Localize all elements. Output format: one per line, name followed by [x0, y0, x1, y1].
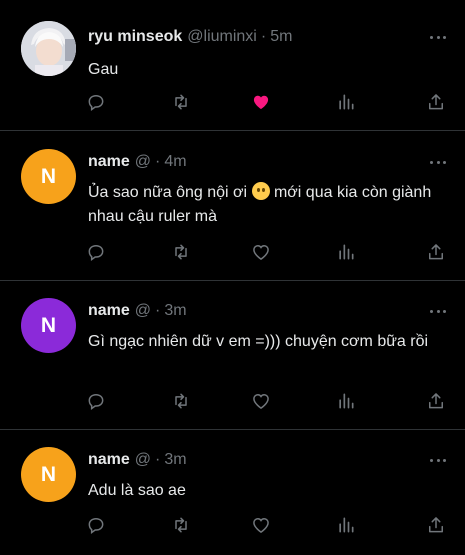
display-name[interactable]: name	[88, 451, 130, 469]
views-icon[interactable]	[336, 391, 356, 411]
display-name[interactable]: name	[88, 302, 130, 320]
handle[interactable]: @liuminxi	[187, 28, 257, 46]
separator: ·	[155, 451, 161, 468]
share-icon[interactable]	[426, 242, 446, 262]
tweet[interactable]: N name @ · 3m Gì ngạc nhiên dữ v em =)))…	[0, 281, 465, 430]
retweet-icon[interactable]	[171, 515, 191, 535]
display-name[interactable]: name	[88, 153, 130, 171]
more-icon[interactable]	[430, 458, 446, 462]
retweet-icon[interactable]	[171, 242, 191, 262]
timestamp[interactable]: 4m	[164, 153, 186, 171]
share-icon[interactable]	[426, 92, 446, 112]
slightly-smiling-face-icon	[251, 182, 270, 200]
tweet-text: Adu là sao ae	[88, 482, 186, 499]
tweet[interactable]: N name @ · 4m Ủa sao nữa ông nội ơi mới …	[0, 131, 465, 281]
handle[interactable]: @	[135, 153, 151, 171]
more-icon[interactable]	[430, 160, 446, 164]
views-icon[interactable]	[336, 242, 356, 262]
tweet-actions	[86, 515, 448, 535]
separator: ·	[155, 302, 161, 319]
avatar[interactable]: N	[21, 447, 76, 502]
reply-icon[interactable]	[86, 515, 106, 535]
tweet-header: name @ · 4m	[88, 153, 187, 171]
timestamp[interactable]: 3m	[164, 451, 186, 469]
views-icon[interactable]	[336, 92, 356, 112]
reply-icon[interactable]	[86, 242, 106, 262]
tweet-header: name @ · 3m	[88, 451, 187, 469]
like-icon[interactable]	[251, 515, 271, 535]
like-icon[interactable]	[251, 92, 271, 112]
separator: ·	[260, 28, 267, 45]
tweet-actions	[86, 242, 448, 262]
retweet-icon[interactable]	[171, 391, 191, 411]
tweet[interactable]: ryu minseok @liuminxi · 5m Gau	[0, 0, 465, 131]
tweet-feed: ryu minseok @liuminxi · 5m Gau N name @ …	[0, 0, 465, 555]
timestamp[interactable]: 3m	[164, 302, 186, 320]
avatar[interactable]	[21, 21, 76, 76]
avatar[interactable]: N	[21, 298, 76, 353]
tweet-text: Gì ngạc nhiên dữ v em =))) chuyện cơm bữ…	[88, 333, 429, 350]
avatar[interactable]: N	[21, 149, 76, 204]
handle[interactable]: @	[135, 302, 151, 320]
tweet-header: name @ · 3m	[88, 302, 187, 320]
share-icon[interactable]	[426, 515, 446, 535]
tweet-header: ryu minseok @liuminxi · 5m	[88, 28, 292, 46]
reply-icon[interactable]	[86, 92, 106, 112]
tweet-actions	[86, 391, 448, 411]
tweet-actions	[86, 92, 448, 112]
retweet-icon[interactable]	[171, 92, 191, 112]
views-icon[interactable]	[336, 515, 356, 535]
display-name[interactable]: ryu minseok	[88, 28, 182, 46]
separator: ·	[155, 153, 161, 170]
share-icon[interactable]	[426, 391, 446, 411]
timestamp[interactable]: 5m	[270, 28, 292, 46]
more-icon[interactable]	[430, 309, 446, 313]
tweet-text: Gau	[88, 61, 119, 78]
reply-icon[interactable]	[86, 391, 106, 411]
tweet-text-part: Ủa sao nữa ông nội ơi	[88, 184, 252, 201]
like-icon[interactable]	[251, 242, 271, 262]
handle[interactable]: @	[135, 451, 151, 469]
like-icon[interactable]	[251, 391, 271, 411]
tweet[interactable]: N name @ · 3m Adu là sao ae	[0, 430, 465, 555]
tweet-text: Ủa sao nữa ông nội ơi mới qua kia còn gi…	[88, 181, 441, 229]
more-icon[interactable]	[430, 35, 446, 39]
